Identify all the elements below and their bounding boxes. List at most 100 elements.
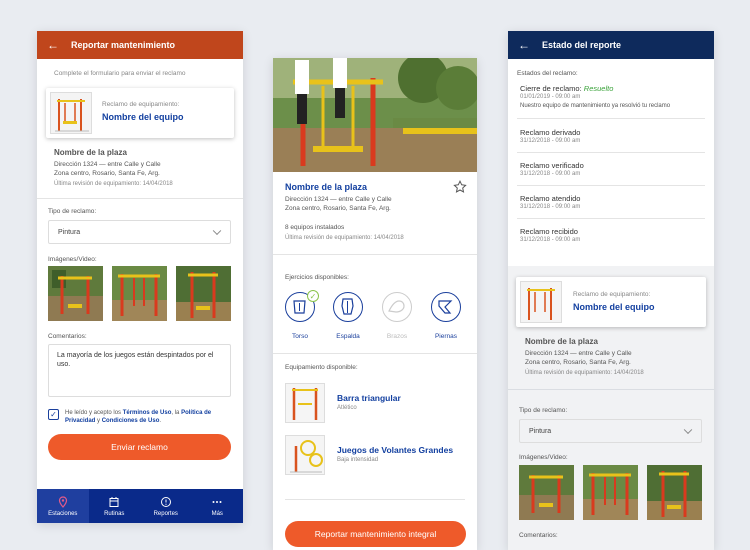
location-pin-icon <box>58 495 67 508</box>
plaza-hero-photo <box>273 58 477 172</box>
comments-textarea[interactable]: La mayoría de los juegos están despintad… <box>48 344 231 397</box>
status-title: Reclamo verificado <box>520 161 584 170</box>
images-label: Imágenes/Video: <box>519 454 568 461</box>
status-title: Reclamo recibido <box>520 227 578 236</box>
type-label: Tipo de reclamo: <box>519 407 568 414</box>
alert-icon <box>160 496 171 507</box>
divider <box>273 353 477 354</box>
back-arrow-icon[interactable]: ← <box>518 39 530 51</box>
installed-count: 8 equipos instalados <box>285 224 345 231</box>
equipment-thumbnail[interactable] <box>285 383 325 423</box>
report-status-screen: ← Estado del reporte Estados del reclamo… <box>508 31 714 550</box>
equipment-type: Atlético <box>337 405 357 411</box>
status-resolved-badge: Resuelto <box>583 84 614 93</box>
address-line-1: Dirección 1324 — entre Calle y Calle <box>285 196 392 203</box>
comments-label: Comentarios: <box>519 532 558 539</box>
nav-item-rutinas[interactable]: Rutinas <box>89 489 141 523</box>
revision-date: Última revisión de equipamiento: 14/04/2… <box>285 235 404 241</box>
equipment-thumbnail <box>520 281 562 323</box>
revision-date: Última revisión de equipamiento: 14/04/2… <box>54 181 173 187</box>
divider <box>508 389 714 390</box>
form-intro: Complete el formulario para enviar el re… <box>54 70 186 77</box>
photo-thumbnail-1[interactable] <box>48 266 103 321</box>
photo-thumbnail-3[interactable] <box>176 266 231 321</box>
back-arrow-icon[interactable]: ← <box>47 39 59 51</box>
bottom-navigation: Estaciones Rutinas Reportes Más <box>37 489 243 523</box>
equipment-type: Baja intensidad <box>337 457 379 463</box>
triangular-bar-icon <box>286 384 324 422</box>
status-header: ← Estado del reporte <box>508 31 714 59</box>
images-label: Imágenes/Video: <box>48 256 97 263</box>
divider <box>517 118 705 119</box>
status-title: Cierre de reclamo: <box>520 84 582 93</box>
report-maintenance-screen: ← Reportar mantenimiento Complete el for… <box>37 31 243 523</box>
type-select-value: Pintura <box>529 427 552 435</box>
status-note: Nuestro equipo de mantenimiento ya resol… <box>520 103 671 109</box>
type-select[interactable]: Pintura <box>48 220 231 244</box>
equipment-label: Reclamo de equipamiento: <box>102 101 180 108</box>
divider <box>517 218 705 219</box>
exercise-label: Piernas <box>434 333 458 340</box>
arm-muscle-icon <box>388 300 405 313</box>
photo-thumbnail-1[interactable] <box>519 465 574 520</box>
comments-label: Comentarios: <box>48 333 87 340</box>
terms-checkbox[interactable]: ✓ <box>48 409 59 420</box>
terms-of-use-link[interactable]: Términos de Uso <box>123 410 172 416</box>
equipment-name: Nombre del equipo <box>102 112 184 122</box>
equipment-thumbnail[interactable] <box>285 435 325 475</box>
exercise-arms-button[interactable] <box>382 292 412 322</box>
status-date: 01/01/2019 - 09:00 am <box>520 94 581 100</box>
photo-thumbnail-2[interactable] <box>583 465 638 520</box>
status-date: 31/12/2018 - 09:00 am <box>520 204 581 210</box>
conditions-link[interactable]: Condiciones de Uso <box>102 418 160 424</box>
status-title: Reclamo derivado <box>520 128 581 137</box>
header-title: Estado del reporte <box>542 40 622 50</box>
status-title: Reclamo atendido <box>520 194 581 203</box>
report-maintenance-button[interactable]: Reportar mantenimiento integral <box>285 521 466 547</box>
equipment-name[interactable]: Barra triangular <box>337 393 401 403</box>
equipment-sketch-icon <box>51 93 91 133</box>
terms-text: He leído y acepto los Términos de Uso, l… <box>65 409 233 426</box>
equipment-label: Equipamiento disponible: <box>285 364 358 371</box>
address-line-2: Zona centro, Rosario, Santa Fe, Arg. <box>525 359 631 366</box>
status-date: 31/12/2018 - 09:00 am <box>520 237 581 243</box>
nav-label: Estaciones <box>48 510 78 517</box>
divider <box>273 254 477 255</box>
plaza-name: Nombre de la plaza <box>525 337 598 346</box>
equipment-card[interactable]: Reclamo de equipamiento: Nombre del equi… <box>516 277 706 327</box>
revision-date: Última revisión de equipamiento: 14/04/2… <box>525 370 644 376</box>
submit-claim-button[interactable]: Enviar reclamo <box>48 434 231 460</box>
photo-thumbnail-2[interactable] <box>112 266 167 321</box>
plaza-name: Nombre de la plaza <box>54 148 127 157</box>
check-badge-icon: ✓ <box>307 290 319 302</box>
chevron-down-icon <box>212 226 222 236</box>
exercise-back-button[interactable] <box>333 292 363 322</box>
status-closed: Cierre de reclamo: Resuelto <box>520 84 613 93</box>
nav-label: Más <box>211 510 223 517</box>
type-label: Tipo de reclamo: <box>48 208 97 215</box>
exercise-label: Brazos <box>386 333 408 340</box>
chevron-down-icon <box>683 425 693 435</box>
nav-label: Reportes <box>153 510 178 517</box>
status-date: 31/12/2018 - 09:00 am <box>520 171 581 177</box>
exercises-label: Ejercicios disponibles: <box>285 274 349 281</box>
address-line-2: Zona centro, Rosario, Santa Fe, Arg. <box>54 170 160 177</box>
equipment-name[interactable]: Juegos de Volantes Grandes <box>337 445 453 455</box>
steering-wheels-icon <box>286 436 324 474</box>
calendar-icon <box>109 496 119 507</box>
divider <box>285 499 465 500</box>
divider <box>37 198 243 199</box>
type-select-value: Pintura <box>58 228 81 236</box>
favorite-star-icon[interactable] <box>453 180 467 194</box>
nav-item-reportes[interactable]: Reportes <box>140 489 192 523</box>
nav-item-estaciones[interactable]: Estaciones <box>37 489 89 523</box>
address-line-1: Dirección 1324 — entre Calle y Calle <box>525 350 632 357</box>
equipment-label: Reclamo de equipamiento: <box>573 291 651 298</box>
equipment-card[interactable]: Reclamo de equipamiento: Nombre del equi… <box>46 88 234 138</box>
photo-thumbnail-3[interactable] <box>647 465 702 520</box>
nav-item-mas[interactable]: Más <box>192 489 244 523</box>
comments-text: La mayoría de los juegos están despintad… <box>57 352 214 369</box>
more-icon <box>212 500 222 503</box>
exercise-legs-button[interactable] <box>431 292 461 322</box>
status-date: 31/12/2018 - 09:00 am <box>520 138 581 144</box>
